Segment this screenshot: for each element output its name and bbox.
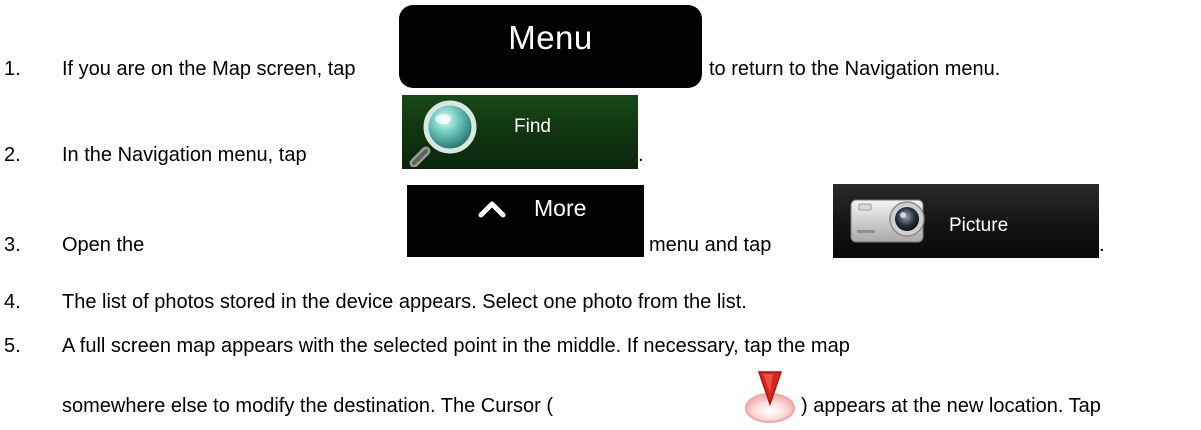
step-1-number: 1. xyxy=(4,58,21,80)
step-3-text: Open the xyxy=(62,234,145,256)
step-5-number: 5. xyxy=(4,335,21,357)
step-3-text-middle: menu and tap xyxy=(649,234,772,256)
step-2-text-after: . xyxy=(638,144,644,166)
step-1-text-after: to return to the Navigation menu. xyxy=(709,58,1001,80)
step-4-text: The list of photos stored in the device … xyxy=(62,291,747,313)
step-5-text: A full screen map appears with the selec… xyxy=(62,335,850,357)
menu-button-label: Menu xyxy=(508,19,593,56)
magnifier-icon xyxy=(409,100,477,167)
cursor-icon xyxy=(745,371,795,423)
step-2-text: In the Navigation menu, tap xyxy=(62,144,307,166)
picture-button-label: Picture xyxy=(949,215,1009,236)
step-4-number: 4. xyxy=(4,291,21,313)
find-button[interactable]: Find xyxy=(402,95,638,169)
step-1-text: If you are on the Map screen, tap xyxy=(62,58,356,80)
step-2-number: 2. xyxy=(4,144,21,166)
step-3-number: 3. xyxy=(4,234,21,256)
picture-button[interactable]: Picture xyxy=(833,184,1099,258)
find-button-label: Find xyxy=(514,116,551,137)
more-button[interactable]: More xyxy=(407,185,644,257)
step-5-text-cont-after: ) appears at the new location. Tap xyxy=(801,395,1101,417)
step-3-text-after: . xyxy=(1099,234,1105,256)
step-5-text-cont: somewhere else to modify the destination… xyxy=(62,395,553,417)
menu-button[interactable]: Menu xyxy=(399,5,702,88)
more-button-label: More xyxy=(534,195,587,221)
chevron-up-icon xyxy=(478,201,506,218)
camera-icon xyxy=(850,199,925,243)
